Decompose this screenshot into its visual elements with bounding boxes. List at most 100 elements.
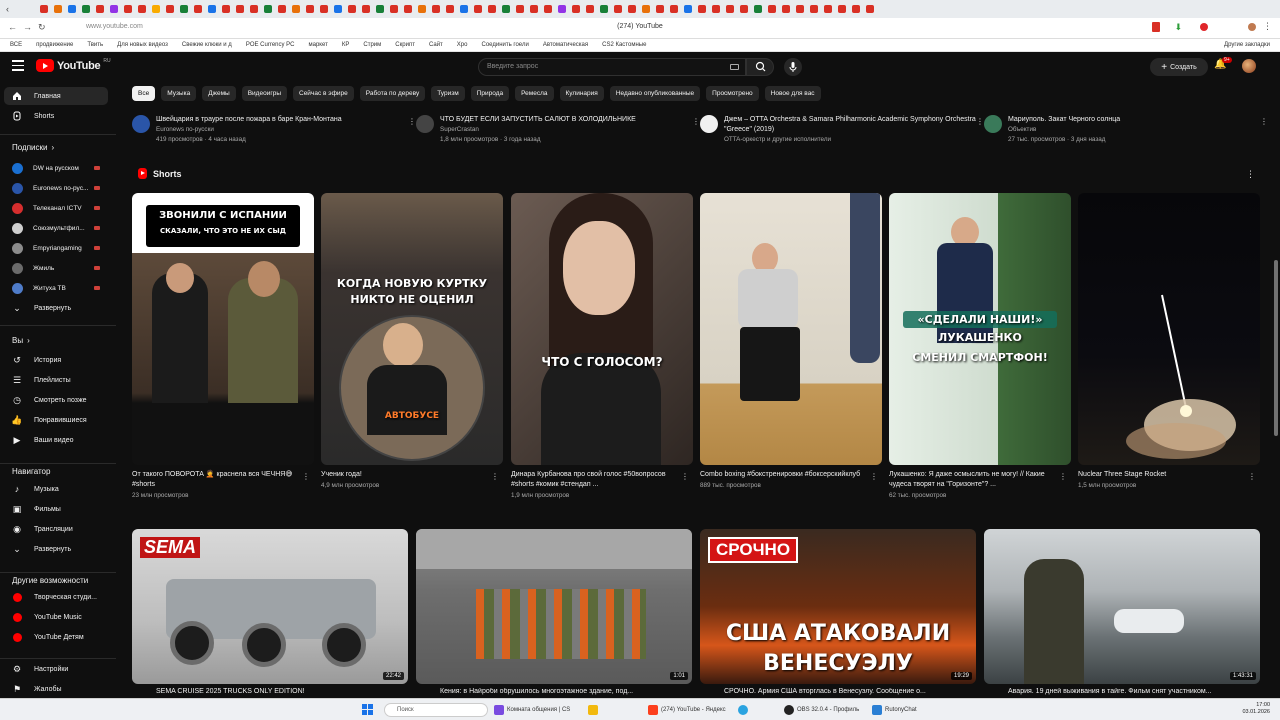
- taskbar-app-telegram[interactable]: [738, 703, 748, 717]
- bookmark-item[interactable]: маркет: [309, 42, 328, 48]
- extension-icon[interactable]: [1200, 23, 1208, 31]
- filter-chip[interactable]: Ремесла: [515, 86, 554, 101]
- browser-tab-favicon[interactable]: [544, 5, 552, 13]
- sidebar-item-navigator[interactable]: ♪ Музыка: [4, 480, 108, 498]
- browser-tab-favicon[interactable]: [82, 5, 90, 13]
- browser-tab-favicon[interactable]: [446, 5, 454, 13]
- channel-avatar[interactable]: [984, 115, 1002, 133]
- filter-chip[interactable]: Туризм: [431, 86, 465, 101]
- sidebar-subscription-item[interactable]: Euronews по-рус...: [4, 179, 108, 197]
- browser-tab-favicon[interactable]: [474, 5, 482, 13]
- browser-tab-favicon[interactable]: [138, 5, 146, 13]
- bookmark-item[interactable]: Свежие клюки и д: [182, 42, 232, 48]
- browser-tab-favicon[interactable]: [586, 5, 594, 13]
- sidebar-item-other[interactable]: YouTube Детям: [4, 628, 108, 646]
- sidebar-item-you[interactable]: 👍 Понравившиеся: [4, 411, 108, 429]
- browser-tab-favicon[interactable]: [306, 5, 314, 13]
- video-thumbnail-1[interactable]: SEMA 22:42: [132, 529, 408, 684]
- sidebar-subscription-item[interactable]: Житуха TB: [4, 279, 108, 297]
- search-input[interactable]: Введите запрос: [478, 58, 746, 76]
- windows-start-icon[interactable]: [362, 704, 373, 715]
- sidebar-item-you[interactable]: ◷ Смотреть позже: [4, 391, 108, 409]
- video-meta[interactable]: ЧТО БУДЕТ ЕСЛИ ЗАПУСТИТЬ САЛЮТ В ХОЛОДИЛ…: [440, 115, 702, 145]
- browser-tab-favicon[interactable]: [614, 5, 622, 13]
- bookmark-item[interactable]: Твить: [87, 42, 103, 48]
- taskbar-app-4[interactable]: RutonyChat: [872, 703, 917, 717]
- sidebar-expand-subscriptions[interactable]: ⌄ Развернуть: [4, 299, 108, 317]
- more-options-icon[interactable]: ⋮: [976, 117, 984, 126]
- short-title-5[interactable]: Лукашенко: Я даже осмыслить не могу! // …: [889, 470, 1059, 501]
- short-more-icon[interactable]: ⋮: [1248, 472, 1256, 481]
- browser-tab-favicon[interactable]: [754, 5, 762, 13]
- taskbar-app-1[interactable]: Комната общения | CS: [494, 703, 570, 717]
- sidebar-subscription-item[interactable]: Телеканал ICTV: [4, 199, 108, 217]
- download-icon[interactable]: ⬇: [1174, 22, 1182, 33]
- video-title-4[interactable]: Авария. 19 дней выживания в тайге. Фильм…: [1008, 688, 1258, 695]
- short-thumbnail-6[interactable]: [1078, 193, 1260, 465]
- browser-tab-favicon[interactable]: [236, 5, 244, 13]
- video-title[interactable]: Мариуполь. Закат Черного солнца: [1008, 115, 1270, 125]
- browser-tab-favicon[interactable]: [852, 5, 860, 13]
- bookmark-item[interactable]: КР: [342, 42, 350, 48]
- short-title-4[interactable]: Combo boxing #бокстренировки #боксерский…: [700, 470, 870, 491]
- short-thumbnail-2[interactable]: КОГДА НОВУЮ КУРТКУ НИКТО НЕ ОЦЕНИЛ АВТОБ…: [321, 193, 503, 465]
- browser-tab-favicon[interactable]: [264, 5, 272, 13]
- taskbar-app-3[interactable]: OBS 32.0.4 - Профиль: [784, 703, 859, 717]
- sidebar-item-you[interactable]: ↺ История: [4, 351, 108, 369]
- filter-chip[interactable]: Музыка: [161, 86, 197, 101]
- browser-tab-favicon[interactable]: [488, 5, 496, 13]
- bookmark-item[interactable]: ВСЕ: [10, 42, 22, 48]
- browser-tab-favicon[interactable]: [670, 5, 678, 13]
- sidebar-item-shorts[interactable]: Shorts: [4, 107, 108, 125]
- bookmark-icon[interactable]: [1152, 22, 1160, 32]
- browser-tab-favicon[interactable]: [110, 5, 118, 13]
- more-options-icon[interactable]: ⋮: [1260, 117, 1268, 126]
- filter-chip[interactable]: Недавно опубликованные: [609, 86, 701, 101]
- bookmark-item[interactable]: продвижение: [36, 42, 73, 48]
- browser-tab-favicon[interactable]: [572, 5, 580, 13]
- bookmark-item[interactable]: Стрим: [363, 42, 381, 48]
- video-title-2[interactable]: Кения: в Найроби обрушилось многоэтажное…: [440, 688, 690, 695]
- short-more-icon[interactable]: ⋮: [681, 472, 689, 481]
- short-title-1[interactable]: От такого ПОВОРОТА 🤦 краснела вся ЧЕЧНЯ😅…: [132, 470, 302, 501]
- browser-tab-favicon[interactable]: [334, 5, 342, 13]
- browser-tab-favicon[interactable]: [292, 5, 300, 13]
- shorts-more-icon[interactable]: ⋮: [1246, 169, 1255, 180]
- video-meta[interactable]: Швейцария в трауре после пожара в баре К…: [156, 115, 418, 145]
- sidebar-item-other[interactable]: Творческая студи...: [4, 588, 108, 606]
- taskbar-clock[interactable]: 17:00 03.01.2026: [1242, 702, 1270, 716]
- filter-chip[interactable]: Новое для вас: [764, 86, 821, 101]
- sidebar-item-you[interactable]: ▶ Ваши видео: [4, 431, 108, 449]
- filter-chip[interactable]: Сейчас в эфире: [293, 86, 354, 101]
- menu-icon[interactable]: ⋮: [1263, 21, 1272, 32]
- video-title[interactable]: ЧТО БУДЕТ ЕСЛИ ЗАПУСТИТЬ САЛЮТ В ХОЛОДИЛ…: [440, 115, 702, 125]
- bookmark-item[interactable]: Автоматическая: [543, 42, 588, 48]
- video-title[interactable]: Швейцария в трауре после пожара в баре К…: [156, 115, 418, 125]
- sidebar-item-navigator[interactable]: ⌄ Развернуть: [4, 540, 108, 558]
- more-options-icon[interactable]: ⋮: [692, 117, 700, 126]
- channel-name[interactable]: Объектив: [1008, 125, 1270, 135]
- browser-tab-favicon[interactable]: [278, 5, 286, 13]
- filter-chip[interactable]: Просмотрено: [706, 86, 759, 101]
- video-thumbnail-2[interactable]: 1:01: [416, 529, 692, 684]
- filter-chip[interactable]: Кулинария: [559, 86, 604, 101]
- browser-tab-favicon[interactable]: [600, 5, 608, 13]
- sidebar-item-you[interactable]: ☰ Плейлисты: [4, 371, 108, 389]
- subscriptions-heading[interactable]: Подписки ›: [12, 143, 54, 152]
- browser-tab-favicon[interactable]: [516, 5, 524, 13]
- sidebar-item-other[interactable]: YouTube Music: [4, 608, 108, 626]
- video-thumbnail-3[interactable]: СРОЧНО США АТАКОВАЛИ ВЕНЕСУЭЛУ 19:29: [700, 529, 976, 684]
- video-meta[interactable]: Джем – OTTA Orchestra & Samara Philharmo…: [724, 115, 986, 145]
- browser-tab-favicon[interactable]: [502, 5, 510, 13]
- channel-avatar[interactable]: [132, 115, 150, 133]
- video-meta[interactable]: Мариуполь. Закат Черного солнца Объектив 2…: [1008, 115, 1270, 145]
- sidebar-item-settings[interactable]: ⚙ Настройки: [4, 660, 108, 678]
- browser-tab-favicon[interactable]: [656, 5, 664, 13]
- browser-tab-favicon[interactable]: [782, 5, 790, 13]
- video-title-3[interactable]: СРОЧНО. Армия США вторглась в Венесуэлу.…: [724, 688, 974, 695]
- browser-tab-favicon[interactable]: [208, 5, 216, 13]
- channel-avatar[interactable]: [700, 115, 718, 133]
- taskbar-app-explorer[interactable]: [588, 703, 598, 717]
- channel-avatar[interactable]: [416, 115, 434, 133]
- short-more-icon[interactable]: ⋮: [491, 472, 499, 481]
